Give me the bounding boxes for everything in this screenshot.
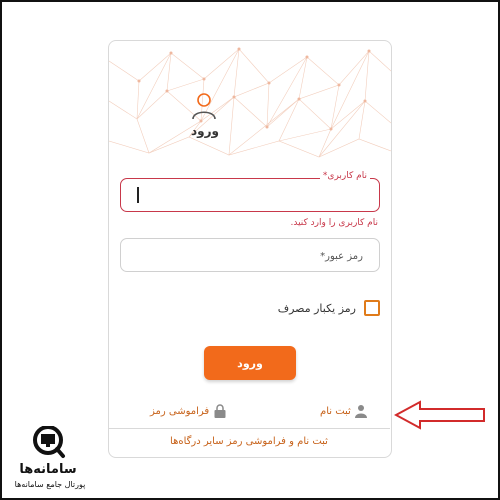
- person-icon: [354, 405, 367, 418]
- forgot-password-label: فراموشی رمز: [150, 405, 210, 417]
- otp-checkbox[interactable]: [364, 300, 380, 316]
- brand-name: سامانه‌ها: [19, 462, 77, 477]
- register-label: ثبت نام: [320, 405, 351, 417]
- register-link[interactable]: ثبت نام: [320, 404, 367, 418]
- otp-label: رمز یکبار مصرف: [277, 301, 356, 315]
- password-placeholder-text: رمز عبور: [325, 251, 363, 262]
- brand-tagline: پورتال جامع سامانه‌ها: [14, 480, 86, 489]
- lock-icon: [214, 404, 226, 418]
- user-icon: [192, 93, 216, 120]
- forgot-password-link[interactable]: فراموشی رمز: [150, 404, 227, 418]
- text-caret: [137, 187, 139, 203]
- username-error-message: نام کاربری را وارد کنید.: [290, 218, 379, 228]
- divider: [108, 428, 390, 429]
- decorative-network-pattern: [109, 47, 391, 158]
- login-button[interactable]: ورود: [204, 346, 296, 380]
- annotation-arrow: [394, 400, 485, 430]
- password-placeholder: رمز عبور*: [317, 251, 366, 262]
- username-field[interactable]: [120, 178, 380, 212]
- username-label: نام کاربری*: [319, 171, 370, 181]
- page-title: ورود: [191, 124, 219, 138]
- otp-option[interactable]: رمز یکبار مصرف: [278, 300, 380, 316]
- username-label-text: نام کاربری: [327, 171, 367, 181]
- other-gateways-link[interactable]: ثبت نام و فراموشی رمز سایر درگاه‌ها: [108, 436, 390, 447]
